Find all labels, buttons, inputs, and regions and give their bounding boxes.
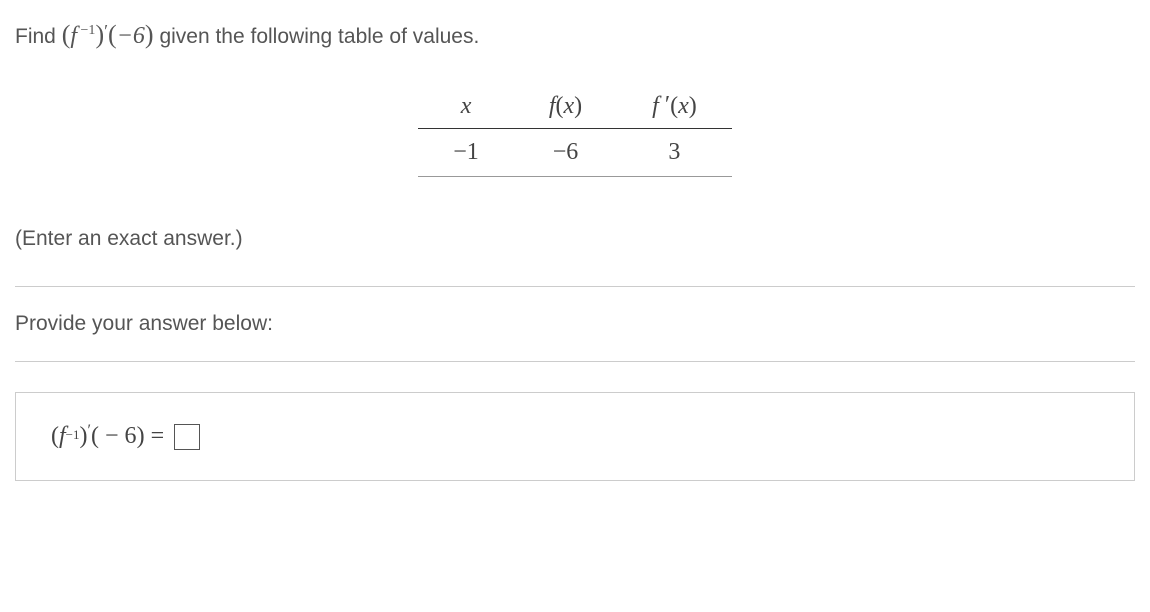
question-expression: (f −1)′(−6) xyxy=(62,23,154,49)
cell-fpx: 3 xyxy=(617,129,732,177)
table-header-x: x xyxy=(418,85,514,129)
answer-container: (f −1)′( − 6) = xyxy=(15,392,1135,481)
cell-fx: −6 xyxy=(514,129,617,177)
divider xyxy=(15,361,1135,362)
answer-prompt: Provide your answer below: xyxy=(15,312,1135,336)
values-table: x f(x) f ′(x) −1 −6 3 xyxy=(418,85,731,177)
question-prefix: Find xyxy=(15,25,62,48)
question-text: Find (f −1)′(−6) given the following tab… xyxy=(15,20,1135,50)
table-header-row: x f(x) f ′(x) xyxy=(418,85,731,129)
cell-x: −1 xyxy=(418,129,514,177)
answer-input[interactable] xyxy=(174,424,200,450)
answer-expression: (f −1)′( − 6) = xyxy=(51,423,200,450)
divider xyxy=(15,286,1135,287)
table-wrapper: x f(x) f ′(x) −1 −6 3 xyxy=(15,85,1135,177)
table-header-fx: f(x) xyxy=(514,85,617,129)
instruction: (Enter an exact answer.) xyxy=(15,227,1135,251)
table-header-fpx: f ′(x) xyxy=(617,85,732,129)
table-row: −1 −6 3 xyxy=(418,129,731,177)
question-suffix: given the following table of values. xyxy=(159,25,479,48)
